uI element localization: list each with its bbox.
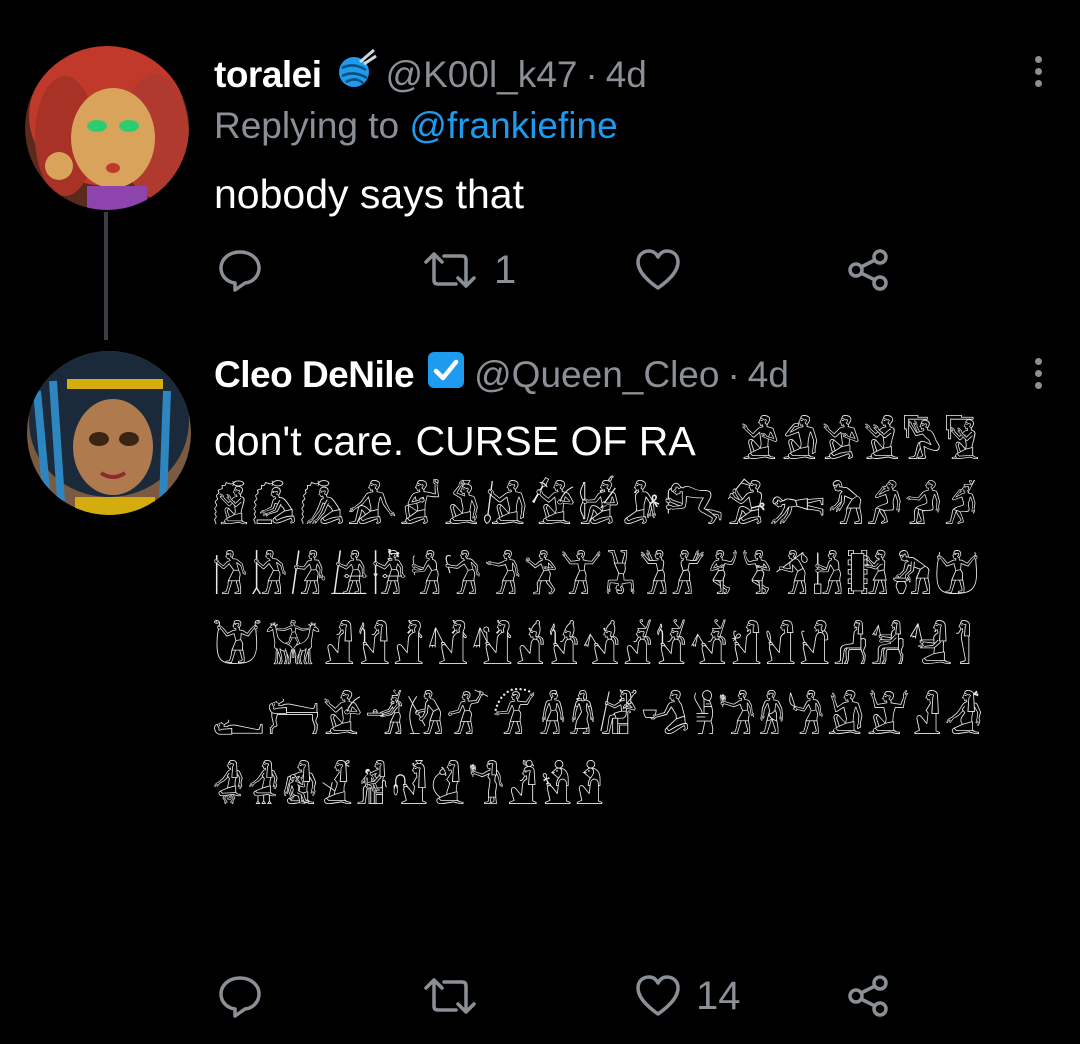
yarn-ball-icon — [334, 48, 378, 102]
verified-check-icon — [426, 350, 466, 400]
tweet-header: toralei @K00l_k47 · 4d — [214, 48, 647, 102]
retweet-count: 1 — [494, 247, 517, 292]
avatar-toralei-image — [25, 46, 189, 210]
reply-icon — [219, 976, 261, 1018]
separator-dot: · — [727, 354, 740, 395]
more-options-icon[interactable] — [1032, 358, 1044, 389]
retweet-icon — [424, 978, 476, 1014]
tweet-cleo-denile[interactable]: Cleo DeNile @Queen_Cleo · 4d don't care.… — [0, 330, 1080, 1044]
tweet-timestamp[interactable]: 4d — [748, 353, 789, 397]
like-count: 14 — [696, 973, 741, 1018]
tweet-actions: 1 — [0, 240, 1080, 300]
display-name[interactable]: toralei — [214, 53, 322, 97]
reply-button[interactable] — [216, 972, 278, 1020]
retweet-icon — [424, 252, 476, 288]
avatar-cleo-image — [27, 351, 191, 515]
share-button[interactable] — [846, 974, 890, 1018]
retweet-button[interactable] — [420, 972, 494, 1020]
tweet-header: Cleo DeNile @Queen_Cleo · 4d — [214, 350, 789, 400]
hieroglyph-text-first-line: 𓀀𓀁𓀂𓀃𓀄𓀅 — [740, 419, 983, 470]
display-name[interactable]: Cleo DeNile — [214, 353, 415, 397]
avatar-toralei[interactable] — [25, 46, 189, 210]
like-button[interactable] — [634, 246, 696, 294]
tweet-text: don't care. CURSE OF RA — [214, 418, 696, 464]
reply-icon — [219, 250, 261, 292]
user-handle[interactable]: @Queen_Cleo — [474, 353, 719, 397]
mention-link[interactable]: @frankiefine — [409, 105, 617, 146]
tweet-timestamp[interactable]: 4d — [606, 53, 647, 97]
replying-to: Replying to @frankiefine — [214, 104, 618, 148]
replying-to-label: Replying to — [214, 105, 400, 146]
hieroglyph-text: 𓀆𓀇𓀈𓀉𓀊𓀋𓀌𓀍𓀎𓀏𓀐𓀑𓀒𓀓𓀔𓀕𓀖𓀗𓀘𓀙𓀚𓀛𓀜𓀝𓀞𓀟𓀠𓀡𓀢𓀣𓀤𓀥𓀦𓀧𓀨𓀩𓀪𓀫𓀬𓀭… — [212, 484, 986, 815]
heart-icon — [636, 975, 680, 1016]
share-button[interactable] — [846, 248, 890, 292]
heart-icon — [636, 249, 680, 290]
reply-button[interactable] — [216, 246, 278, 294]
tweet-actions: 14 — [0, 966, 1080, 1026]
retweet-button[interactable]: 1 — [420, 246, 516, 294]
share-icon — [848, 975, 888, 1017]
tweet-text: nobody says that — [214, 171, 524, 217]
tweet-toralei[interactable]: toralei @K00l_k47 · 4d Replying to @fran… — [0, 0, 1080, 340]
share-icon — [848, 249, 888, 291]
separator-dot: · — [585, 54, 598, 95]
like-button[interactable]: 14 — [634, 972, 741, 1020]
user-handle[interactable]: @K00l_k47 — [386, 53, 578, 97]
more-options-icon[interactable] — [1032, 56, 1044, 87]
avatar-cleo-denile[interactable] — [27, 351, 191, 515]
